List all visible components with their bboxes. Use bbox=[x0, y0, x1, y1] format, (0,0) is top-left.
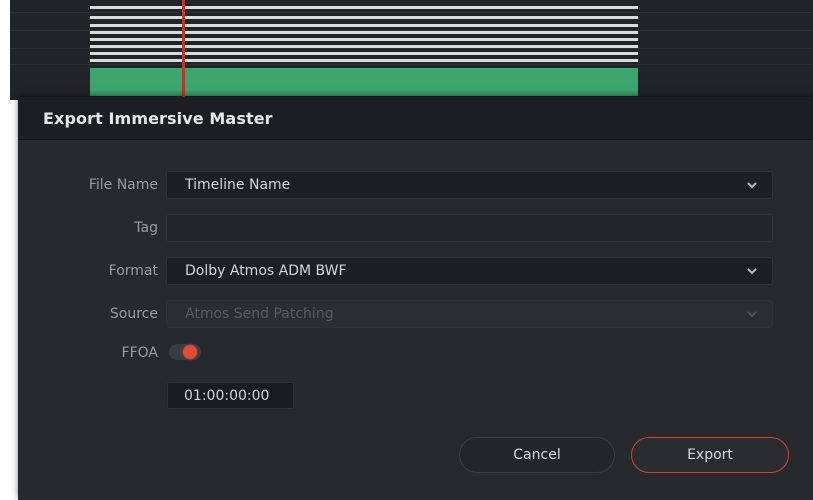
timeline-track-line bbox=[90, 38, 638, 41]
ffoa-timecode-value: 01:00:00:00 bbox=[184, 388, 270, 404]
format-label: Format bbox=[108, 263, 158, 279]
export-immersive-master-dialog: Export Immersive Master File Name Timeli… bbox=[18, 97, 813, 500]
timeline-background bbox=[10, 0, 813, 100]
timeline-playhead[interactable] bbox=[182, 0, 185, 100]
format-dropdown[interactable]: Dolby Atmos ADM BWF bbox=[166, 257, 773, 285]
timeline-row-line bbox=[10, 12, 813, 13]
export-button[interactable]: Export bbox=[631, 437, 789, 473]
timeline-track-line bbox=[90, 31, 638, 34]
dialog-header: Export Immersive Master bbox=[18, 97, 813, 140]
cancel-button[interactable]: Cancel bbox=[459, 437, 615, 473]
tag-input[interactable] bbox=[166, 214, 773, 242]
timeline-row-line bbox=[10, 64, 813, 65]
toggle-knob bbox=[183, 345, 197, 359]
dialog-title: Export Immersive Master bbox=[43, 109, 273, 128]
tag-label: Tag bbox=[134, 220, 158, 236]
timeline-track-line bbox=[90, 6, 638, 9]
timeline-track-line bbox=[90, 24, 638, 27]
ffoa-toggle[interactable] bbox=[169, 344, 201, 360]
source-label: Source bbox=[109, 306, 158, 322]
timeline-track-line bbox=[90, 52, 638, 55]
ffoa-timecode-input[interactable]: 01:00:00:00 bbox=[167, 382, 294, 409]
file-name-dropdown[interactable]: Timeline Name bbox=[166, 171, 773, 199]
source-value: Atmos Send Patching bbox=[185, 306, 334, 322]
timeline-row-line bbox=[10, 48, 813, 49]
file-name-value: Timeline Name bbox=[185, 177, 291, 193]
chevron-down-icon bbox=[747, 182, 757, 189]
app-root: Export Immersive Master File Name Timeli… bbox=[0, 0, 813, 500]
chevron-down-icon bbox=[747, 311, 757, 318]
source-dropdown[interactable]: Atmos Send Patching bbox=[166, 300, 773, 328]
file-name-label: File Name bbox=[88, 177, 158, 193]
format-value: Dolby Atmos ADM BWF bbox=[185, 263, 347, 279]
timeline-track-line bbox=[90, 16, 638, 19]
chevron-down-icon bbox=[747, 268, 757, 275]
timeline-clip[interactable] bbox=[90, 68, 638, 96]
ffoa-label: FFOA bbox=[121, 345, 158, 361]
timeline-track-line bbox=[90, 45, 638, 48]
timeline-track-line bbox=[90, 59, 638, 62]
